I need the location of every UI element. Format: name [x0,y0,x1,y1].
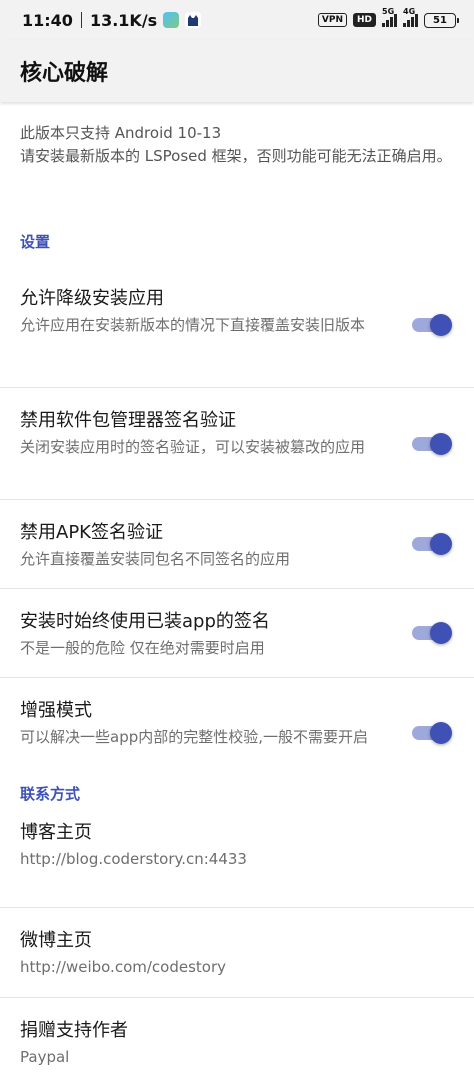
pref-use-installed-signature[interactable]: 安装时始终使用已装app的签名 不是一般的危险 仅在绝对需要时启用 [0,589,474,678]
status-bar: 11:40 13.1K/s VPN HD 5G 4G 51 [0,0,474,40]
contact-url: http://weibo.com/codestory [20,958,227,976]
contact-blog[interactable]: 博客主页 http://blog.coderstory.cn:4433 [0,818,474,908]
pref-disable-apk-signature[interactable]: 禁用APK签名验证 允许直接覆盖安装同包名不同签名的应用 [0,500,474,589]
pref-title: 禁用APK签名验证 [20,522,163,543]
contact-title: 微博主页 [20,930,92,951]
contact-title: 捐赠支持作者 [20,1020,128,1041]
clock: 11:40 [22,10,73,30]
pref-title: 禁用软件包管理器签名验证 [20,410,236,431]
signal-4g-icon: 4G [403,7,418,27]
pref-enhanced-mode[interactable]: 增强模式 可以解决一些app内部的完整性校验,一般不需要开启 [0,678,474,778]
version-notice: 此版本只支持 Android 10-13 请安装最新版本的 LSPosed 框架… [0,102,474,202]
toggle-switch[interactable] [412,622,452,644]
signal-5g-icon: 5G [382,7,397,27]
section-header-contact: 联系方式 [20,785,81,803]
notice-line-1: 此版本只支持 Android 10-13 [20,124,222,142]
battery-icon: 51 [424,12,459,28]
pref-title: 安装时始终使用已装app的签名 [20,611,270,632]
pref-summary: 可以解决一些app内部的完整性校验,一般不需要开启 [20,728,369,746]
pref-disable-pm-signature[interactable]: 禁用软件包管理器签名验证 关闭安装应用时的签名验证，可以安装被篡改的应用 [0,388,474,500]
pref-summary: 允许直接覆盖安装同包名不同签名的应用 [20,550,291,568]
settings-list[interactable]: 此版本只支持 Android 10-13 请安装最新版本的 LSPosed 框架… [0,102,474,1078]
switch-thumb [430,722,452,744]
contact-url: http://blog.coderstory.cn:4433 [20,850,247,868]
switch-thumb [430,622,452,644]
pref-summary: 关闭安装应用时的签名验证，可以安装被篡改的应用 [20,438,366,456]
pref-summary: 不是一般的危险 仅在绝对需要时启用 [20,639,265,657]
contact-weibo[interactable]: 微博主页 http://weibo.com/codestory [0,908,474,998]
page-title: 核心破解 [20,61,109,86]
pref-summary: 允许应用在安装新版本的情况下直接覆盖安装旧版本 [20,316,366,334]
app-notification-icon [163,12,180,28]
toggle-switch[interactable] [412,314,452,336]
contact-method: Paypal [20,1048,70,1066]
app-bar: 核心破解 [0,40,474,102]
switch-thumb [430,314,452,336]
toggle-switch[interactable] [412,722,452,744]
pref-allow-downgrade[interactable]: 允许降级安装应用 允许应用在安装新版本的情况下直接覆盖安装旧版本 [0,276,474,388]
cat-notification-icon [185,12,202,28]
section-header-settings: 设置 [20,233,51,251]
pref-title: 增强模式 [20,700,92,721]
switch-thumb [430,433,452,455]
separator [80,12,82,28]
pref-title: 允许降级安装应用 [20,288,164,309]
hd-icon: HD [352,13,376,27]
toggle-switch[interactable] [412,433,452,455]
notice-line-2: 请安装最新版本的 LSPosed 框架，否则功能可能无法正确启用。 [20,147,452,165]
contact-title: 博客主页 [20,822,92,843]
vpn-icon: VPN [317,13,347,27]
net-speed: 13.1K/s [89,10,158,30]
switch-thumb [430,533,452,555]
toggle-switch[interactable] [412,533,452,555]
contact-donate[interactable]: 捐赠支持作者 Paypal [0,998,474,1078]
